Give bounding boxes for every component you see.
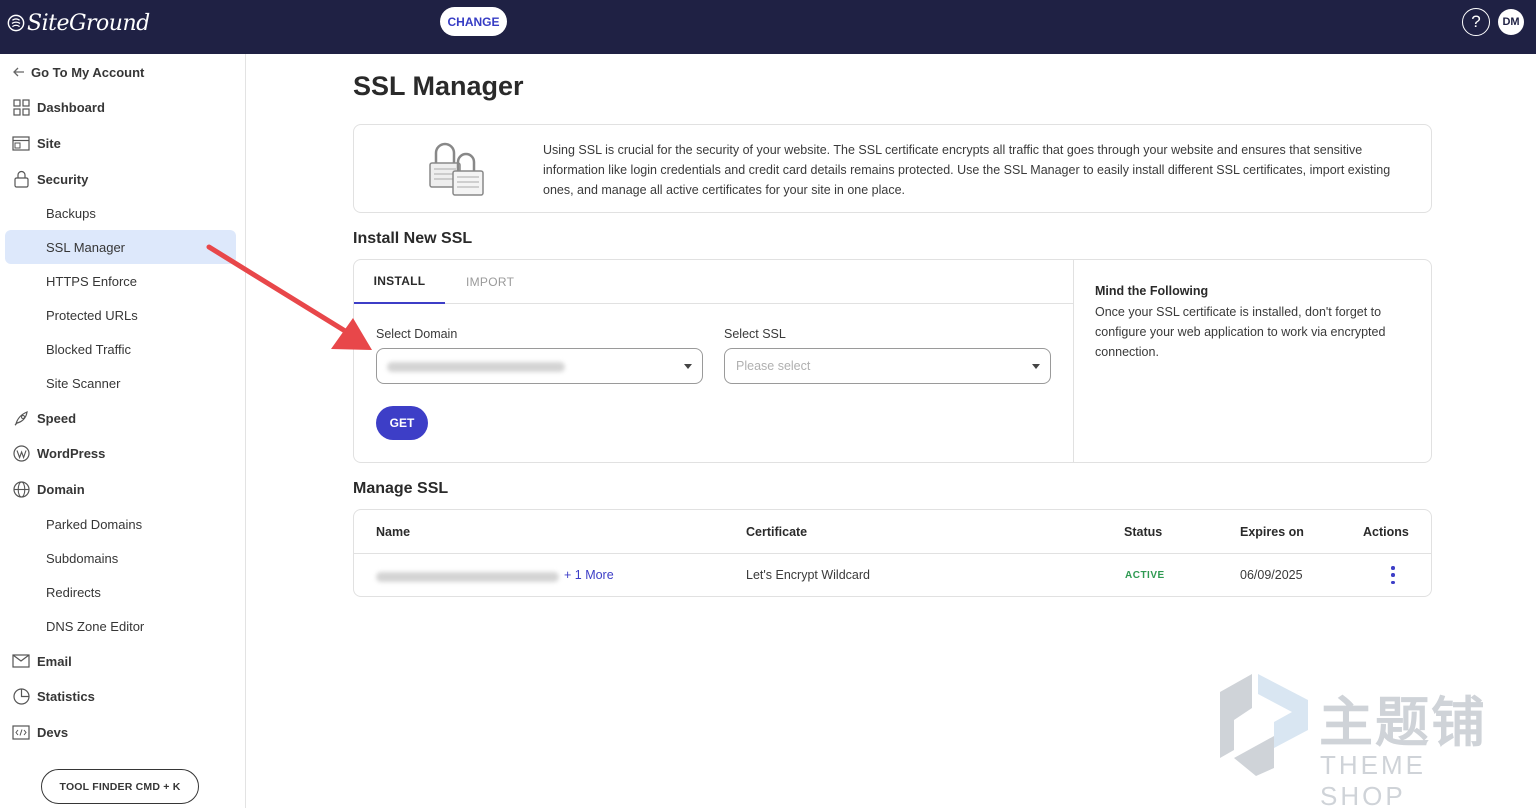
globe-icon [12, 480, 30, 498]
sidebar-item-label: Protected URLs [46, 307, 138, 323]
change-site-button[interactable]: CHANGE [440, 7, 507, 36]
help-icon[interactable]: ? [1462, 8, 1490, 36]
select-ssl-placeholder: Please select [736, 359, 811, 373]
more-domains-link[interactable]: + 1 More [564, 568, 614, 582]
sidebar-item-dashboard[interactable]: Dashboard [0, 92, 246, 122]
divider [1073, 260, 1074, 462]
code-icon [12, 723, 30, 741]
envelope-icon [12, 652, 30, 670]
sidebar-item-dns-zone-editor[interactable]: DNS Zone Editor [0, 611, 246, 641]
sidebar-item-label: Site [37, 135, 61, 151]
sidebar-item-speed[interactable]: Speed [0, 403, 246, 433]
lock-icon [12, 170, 30, 188]
arrow-left-icon [10, 63, 28, 81]
siteground-logo[interactable]: SiteGround [7, 8, 150, 38]
blurred-domain-name [376, 572, 559, 582]
sidebar-item-label: Backups [46, 205, 96, 221]
ssl-info-card: Using SSL is crucial for the security of… [353, 124, 1432, 213]
column-header-certificate: Certificate [746, 525, 808, 539]
manage-ssl-table: Name Certificate Status Expires on Actio… [353, 509, 1432, 597]
column-header-name: Name [376, 525, 411, 539]
caret-down-icon [684, 364, 692, 369]
annotation-arrow [206, 244, 372, 350]
sidebar-item-label: Redirects [46, 584, 101, 600]
logo-text: SiteGround [27, 10, 150, 36]
column-header-status: Status [1124, 525, 1163, 539]
sidebar-item-label: HTTPS Enforce [46, 273, 138, 289]
column-header-expires: Expires on [1240, 525, 1304, 539]
tool-finder-button[interactable]: TOOL FINDER CMD + K [41, 769, 199, 804]
sidebar-item-label: SSL Manager [46, 239, 126, 255]
go-to-my-account-link[interactable]: Go To My Account [0, 57, 246, 87]
sidebar-item-label: Site Scanner [46, 375, 121, 391]
blurred-domain-value [387, 362, 565, 372]
go-to-my-account-label: Go To My Account [31, 64, 145, 80]
theme-shop-watermark: 主题铺 THEME SHOP [1212, 672, 1512, 808]
sidebar-item-redirects[interactable]: Redirects [0, 577, 246, 607]
pie-chart-icon [12, 687, 30, 705]
sidebar-item-domain[interactable]: Domain [0, 474, 246, 504]
mind-the-following-text: Once your SSL certificate is installed, … [1095, 305, 1386, 359]
select-ssl-label: Select SSL [724, 327, 786, 341]
sidebar-item-label: Devs [37, 724, 69, 740]
sidebar-item-label: Security [37, 171, 89, 187]
sidebar-item-label: WordPress [37, 445, 106, 461]
sidebar: Go To My Account Dashboard Site Security… [0, 54, 246, 808]
manage-ssl-heading: Manage SSL [353, 480, 449, 497]
page-title: SSL Manager [353, 71, 524, 101]
sidebar-item-security[interactable]: Security [0, 164, 246, 194]
avatar[interactable]: DM [1498, 9, 1524, 35]
sidebar-item-label: Speed [37, 410, 77, 426]
sidebar-item-label: Dashboard [37, 99, 105, 115]
sidebar-item-parked-domains[interactable]: Parked Domains [0, 509, 246, 539]
sidebar-item-devs[interactable]: Devs [0, 717, 246, 747]
sidebar-item-label: Subdomains [46, 550, 119, 566]
watermark-cn-text: 主题铺 [1319, 691, 1487, 754]
wordpress-icon [12, 444, 30, 462]
ssl-info-text: Using SSL is crucial for the security of… [543, 143, 1391, 197]
sidebar-item-site-scanner[interactable]: Site Scanner [0, 368, 246, 398]
sidebar-item-statistics[interactable]: Statistics [0, 681, 246, 711]
actions-menu-icon[interactable] [1389, 566, 1397, 584]
watermark-en-text: THEME SHOP [1320, 750, 1426, 808]
caret-down-icon [1032, 364, 1040, 369]
install-tabs: INSTALL IMPORT [354, 260, 1073, 304]
certificate-cell: Let's Encrypt Wildcard [746, 568, 870, 582]
tab-import[interactable]: IMPORT [466, 260, 514, 304]
mind-the-following-title: Mind the Following [1095, 284, 1209, 298]
sidebar-item-backups[interactable]: Backups [0, 198, 246, 228]
select-ssl-dropdown[interactable]: Please select [724, 348, 1051, 384]
sidebar-item-label: Domain [37, 481, 85, 497]
expires-cell: 06/09/2025 [1240, 568, 1303, 582]
top-bar: SiteGround CHANGE ? DM [0, 0, 1536, 54]
column-header-actions: Actions [1363, 525, 1409, 539]
get-button[interactable]: GET [376, 406, 428, 440]
sidebar-item-label: Blocked Traffic [46, 341, 132, 357]
rocket-icon [12, 409, 30, 427]
sidebar-item-label: Statistics [37, 688, 95, 704]
sidebar-item-label: Parked Domains [46, 516, 143, 532]
watermark-logo-icon [1220, 674, 1308, 776]
site-icon [12, 134, 30, 152]
siteground-logo-icon [7, 14, 25, 32]
select-domain-dropdown[interactable] [376, 348, 703, 384]
install-ssl-card: INSTALL IMPORT Select Domain Select SSL … [353, 259, 1432, 463]
sidebar-item-label: Email [37, 653, 72, 669]
sidebar-item-site[interactable]: Site [0, 128, 246, 158]
select-domain-label: Select Domain [376, 327, 458, 341]
sidebar-item-email[interactable]: Email [0, 646, 246, 676]
status-badge: ACTIVE [1125, 570, 1165, 581]
padlocks-icon [429, 142, 484, 196]
divider [354, 553, 1431, 554]
dashboard-icon [12, 98, 30, 116]
sidebar-item-label: DNS Zone Editor [46, 618, 145, 634]
sidebar-item-wordpress[interactable]: WordPress [0, 438, 246, 468]
sidebar-item-subdomains[interactable]: Subdomains [0, 543, 246, 573]
